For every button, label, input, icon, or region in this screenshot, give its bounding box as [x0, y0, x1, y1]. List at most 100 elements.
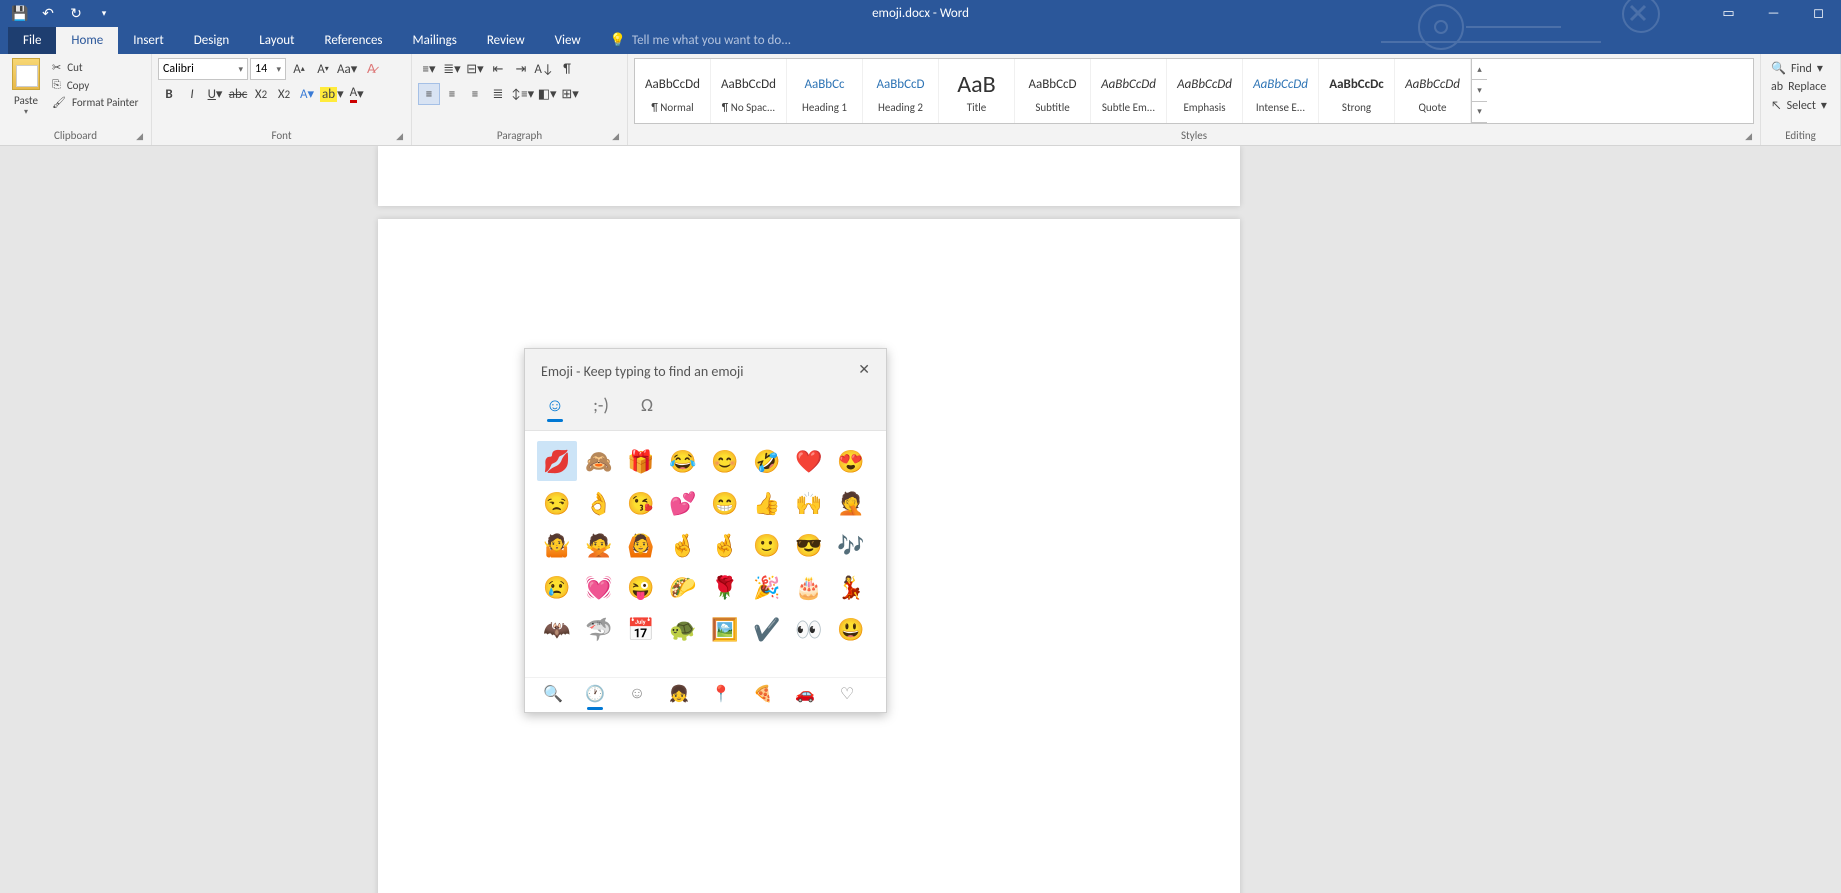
- emoji-cell[interactable]: 😍: [831, 441, 871, 481]
- strikethrough-button[interactable]: abc: [227, 83, 249, 105]
- change-case-button[interactable]: Aa▾: [336, 58, 358, 80]
- bold-button[interactable]: B: [158, 83, 180, 105]
- tab-view[interactable]: View: [540, 27, 596, 54]
- decrease-indent-button[interactable]: ⇤: [487, 58, 509, 80]
- emoji-cell[interactable]: ❤️: [789, 441, 829, 481]
- text-effects-button[interactable]: A▾: [296, 83, 318, 105]
- line-spacing-button[interactable]: ↕≡▾: [510, 83, 535, 105]
- save-icon[interactable]: 💾: [8, 3, 32, 25]
- tab-references[interactable]: References: [310, 27, 398, 54]
- style-item[interactable]: AaBbCcDdQuote: [1395, 59, 1471, 123]
- emoji-cell[interactable]: 🙅: [579, 525, 619, 565]
- tell-me-search[interactable]: 💡 Tell me what you want to do...: [610, 27, 791, 54]
- subscript-button[interactable]: X2: [250, 83, 272, 105]
- emoji-cell[interactable]: 😘: [621, 483, 661, 523]
- font-size-combo[interactable]: 14▾: [250, 58, 286, 80]
- emoji-cell[interactable]: 🤞: [663, 525, 703, 565]
- emoji-category[interactable]: 🍕: [751, 684, 775, 704]
- emoji-cell[interactable]: 🤦: [831, 483, 871, 523]
- emoji-cell[interactable]: 🙈: [579, 441, 619, 481]
- style-item[interactable]: AaBbCcHeading 1: [787, 59, 863, 123]
- emoji-cell[interactable]: 💋: [537, 441, 577, 481]
- emoji-cell[interactable]: 🎉: [747, 567, 787, 607]
- superscript-button[interactable]: X2: [273, 83, 295, 105]
- style-item[interactable]: AaBbCcDd¶ Normal: [635, 59, 711, 123]
- emoji-cell[interactable]: 🖼️: [705, 609, 745, 649]
- redo-icon[interactable]: ↻: [64, 3, 88, 25]
- paragraph-launcher-icon[interactable]: ◢: [612, 131, 619, 142]
- emoji-cell[interactable]: 👍: [747, 483, 787, 523]
- shading-button[interactable]: ◧▾: [536, 83, 558, 105]
- emoji-cell[interactable]: 😜: [621, 567, 661, 607]
- highlight-button[interactable]: ab▾: [319, 83, 345, 105]
- emoji-tab-symbols[interactable]: Ω: [633, 394, 661, 422]
- emoji-category[interactable]: 👧: [667, 684, 691, 704]
- font-launcher-icon[interactable]: ◢: [396, 131, 403, 142]
- emoji-category[interactable]: ♡: [835, 684, 859, 704]
- emoji-cell[interactable]: 🌮: [663, 567, 703, 607]
- emoji-cell[interactable]: 😂: [663, 441, 703, 481]
- tab-design[interactable]: Design: [179, 27, 244, 54]
- emoji-cell[interactable]: 🤷: [537, 525, 577, 565]
- document-area[interactable]: [0, 146, 1841, 893]
- align-right-button[interactable]: ≡: [464, 83, 486, 105]
- paste-button[interactable]: Paste ▾: [6, 58, 46, 129]
- italic-button[interactable]: I: [181, 83, 203, 105]
- maximize-icon[interactable]: ◻: [1796, 0, 1841, 27]
- style-item[interactable]: AaBTitle: [939, 59, 1015, 123]
- font-name-combo[interactable]: Calibri▾: [158, 58, 248, 80]
- emoji-cell[interactable]: 💃: [831, 567, 871, 607]
- tab-layout[interactable]: Layout: [244, 27, 309, 54]
- tab-home[interactable]: Home: [56, 27, 118, 54]
- emoji-cell[interactable]: 😎: [789, 525, 829, 565]
- emoji-cell[interactable]: 😁: [705, 483, 745, 523]
- tab-file[interactable]: File: [8, 27, 56, 54]
- align-center-button[interactable]: ≡: [441, 83, 463, 105]
- sort-button[interactable]: A↓: [533, 58, 555, 80]
- format-painter-button[interactable]: 🖌Format Painter: [48, 95, 142, 110]
- multilevel-button[interactable]: ⊟▾: [464, 58, 486, 80]
- tab-insert[interactable]: Insert: [118, 27, 179, 54]
- style-item[interactable]: AaBbCcDd¶ No Spac...: [711, 59, 787, 123]
- emoji-cell[interactable]: 🎂: [789, 567, 829, 607]
- emoji-tab-kaomoji[interactable]: ;-): [587, 394, 615, 422]
- emoji-cell[interactable]: 📅: [621, 609, 661, 649]
- emoji-cell[interactable]: 😢: [537, 567, 577, 607]
- styles-launcher-icon[interactable]: ◢: [1745, 131, 1752, 142]
- style-item[interactable]: AaBbCcDcStrong: [1319, 59, 1395, 123]
- replace-button[interactable]: abReplace: [1767, 79, 1834, 95]
- emoji-cell[interactable]: 🤞: [705, 525, 745, 565]
- emoji-cell[interactable]: 🎶: [831, 525, 871, 565]
- bullets-button[interactable]: ≡▾: [418, 58, 440, 80]
- emoji-cell[interactable]: 🙂: [747, 525, 787, 565]
- emoji-category[interactable]: 📍: [709, 684, 733, 704]
- shrink-font-button[interactable]: A▾: [312, 58, 334, 80]
- emoji-cell[interactable]: 💕: [663, 483, 703, 523]
- increase-indent-button[interactable]: ⇥: [510, 58, 532, 80]
- emoji-category[interactable]: 🚗: [793, 684, 817, 704]
- underline-button[interactable]: U▾: [204, 83, 226, 105]
- emoji-cell[interactable]: 🌹: [705, 567, 745, 607]
- styles-more[interactable]: ▴▾▾: [1471, 59, 1487, 123]
- undo-icon[interactable]: ↶: [36, 3, 60, 25]
- emoji-cell[interactable]: 🎁: [621, 441, 661, 481]
- cut-button[interactable]: ✂Cut: [48, 60, 142, 75]
- grow-font-button[interactable]: A▴: [288, 58, 310, 80]
- style-item[interactable]: AaBbCcDdIntense E...: [1243, 59, 1319, 123]
- clear-formatting-button[interactable]: A̷: [360, 58, 382, 80]
- style-item[interactable]: AaBbCcDSubtitle: [1015, 59, 1091, 123]
- find-button[interactable]: 🔍Find ▾: [1767, 60, 1834, 77]
- emoji-category[interactable]: 🔍: [541, 684, 565, 704]
- minimize-icon[interactable]: —: [1751, 0, 1796, 27]
- emoji-cell[interactable]: 🤣: [747, 441, 787, 481]
- tab-review[interactable]: Review: [472, 27, 540, 54]
- emoji-cell[interactable]: 🙆: [621, 525, 661, 565]
- page-prev[interactable]: [378, 146, 1240, 206]
- emoji-cell[interactable]: 🐢: [663, 609, 703, 649]
- show-marks-button[interactable]: ¶: [556, 58, 578, 80]
- font-color-button[interactable]: A▾: [346, 83, 368, 105]
- emoji-cell[interactable]: 😃: [831, 609, 871, 649]
- close-icon[interactable]: ✕: [852, 357, 876, 382]
- borders-button[interactable]: ⊞▾: [559, 83, 581, 105]
- emoji-cell[interactable]: 🦇: [537, 609, 577, 649]
